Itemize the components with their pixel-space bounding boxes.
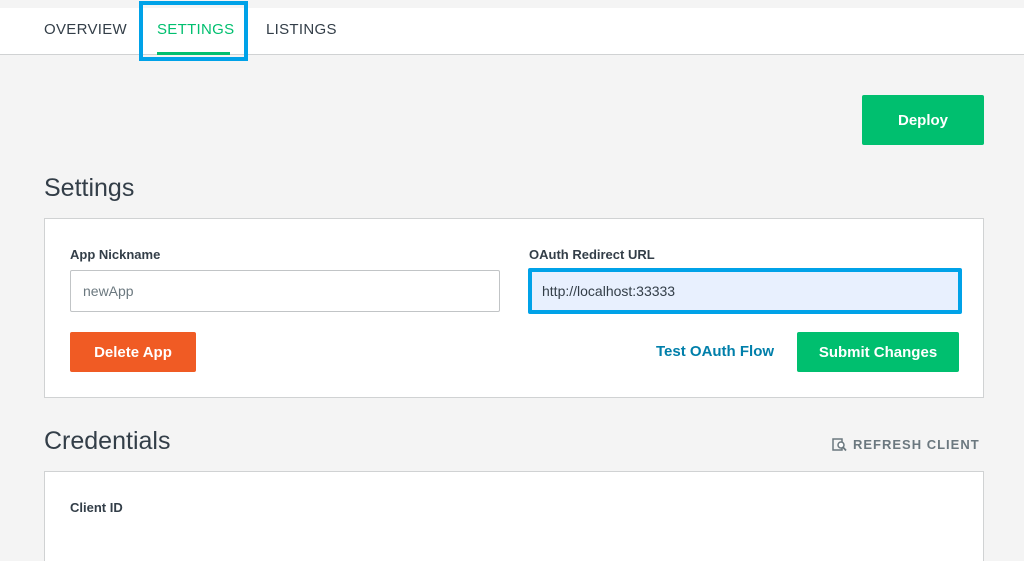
- refresh-client-button[interactable]: REFRESH CLIENT: [832, 437, 980, 452]
- app-nickname-label: App Nickname: [70, 247, 161, 262]
- app-nickname-input[interactable]: [70, 270, 500, 312]
- refresh-client-icon: [832, 437, 847, 451]
- tab-overview[interactable]: OVERVIEW: [44, 8, 127, 54]
- tab-bar: OVERVIEW SETTINGS LISTINGS: [0, 8, 1024, 55]
- submit-changes-button[interactable]: Submit Changes: [797, 332, 959, 372]
- top-strip: [0, 0, 1024, 8]
- oauth-redirect-url-input[interactable]: [528, 268, 962, 314]
- tab-listings[interactable]: LISTINGS: [266, 8, 337, 54]
- deploy-button[interactable]: Deploy: [862, 95, 984, 145]
- credentials-card: Client ID: [44, 471, 984, 561]
- test-oauth-flow-link[interactable]: Test OAuth Flow: [656, 343, 774, 360]
- settings-heading: Settings: [44, 174, 135, 202]
- settings-card: App Nickname OAuth Redirect URL Delete A…: [44, 218, 984, 398]
- credentials-heading: Credentials: [44, 427, 171, 455]
- oauth-redirect-url-label: OAuth Redirect URL: [529, 247, 655, 262]
- active-tab-underline: [157, 52, 230, 55]
- client-id-label: Client ID: [70, 500, 123, 515]
- refresh-client-label: REFRESH CLIENT: [853, 437, 980, 452]
- tab-settings[interactable]: SETTINGS: [157, 8, 234, 54]
- delete-app-button[interactable]: Delete App: [70, 332, 196, 372]
